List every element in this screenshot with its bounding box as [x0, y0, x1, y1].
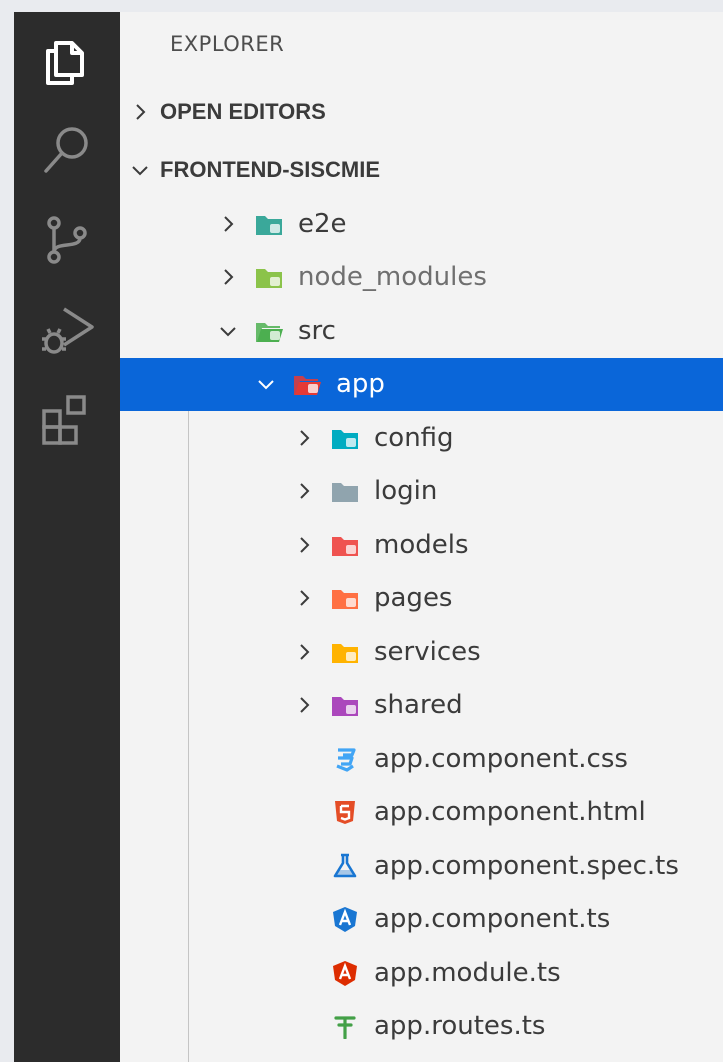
chevron-right-icon [216, 265, 240, 289]
angular-routing-icon [330, 1012, 360, 1040]
explorer-sidebar: EXPLORER OPEN EDITORS FRONTEND-SISCMIE e… [120, 12, 723, 1062]
run-debug-icon [42, 307, 94, 354]
activity-search[interactable] [14, 108, 120, 192]
folder-app-open-icon [292, 370, 322, 398]
explorer-title: EXPLORER [170, 32, 285, 56]
files-icon [46, 41, 84, 85]
tree-item-services[interactable]: services [120, 625, 723, 678]
html-file-icon [330, 798, 360, 826]
activity-source-control[interactable] [14, 198, 120, 282]
chevron-down-icon [216, 319, 240, 343]
tree-item-app[interactable]: app [120, 357, 723, 411]
tree-item-login[interactable]: login [120, 465, 723, 518]
tree-item-label: pages [374, 583, 453, 613]
tree-item-label: app.component.css [374, 743, 628, 774]
tree-item-label: app [336, 369, 385, 399]
folder-node-icon [254, 263, 284, 291]
folder-e2e-icon [254, 210, 284, 238]
folder-config-icon [330, 424, 360, 452]
tree-item-label: app.module.ts [374, 957, 561, 988]
chevron-down-icon [132, 166, 148, 176]
open-editors-label: OPEN EDITORS [160, 99, 326, 124]
tree-item-label: services [374, 636, 481, 667]
chevron-right-icon [292, 479, 316, 503]
tree-item-label: src [298, 315, 336, 346]
angular-module-icon [330, 959, 360, 987]
tree-item-label: login [374, 476, 438, 506]
folder-models-icon [330, 531, 360, 559]
activity-run-debug[interactable] [14, 288, 120, 372]
tree-item-label: config [374, 422, 454, 453]
tree-item-label: e2e [298, 208, 347, 239]
source-control-icon [47, 216, 87, 264]
tree-item-app-routes-ts[interactable]: app.routes.ts [120, 1000, 723, 1053]
chevron-right-icon [292, 533, 316, 557]
angular-component-icon [330, 905, 360, 933]
tree-item-node-modules[interactable]: node_modules [120, 251, 723, 304]
folder-src-open-icon [254, 317, 284, 345]
tree-item-label: app.routes.ts [374, 1011, 546, 1041]
folder-login-icon [330, 477, 360, 505]
open-editors-section[interactable]: OPEN EDITORS [120, 92, 723, 132]
tree-item-app-component-ts[interactable]: app.component.ts [120, 893, 723, 946]
chevron-right-icon [292, 426, 316, 450]
tree-item-models[interactable]: models [120, 518, 723, 571]
folder-shared-icon [330, 691, 360, 719]
folder-services-icon [330, 638, 360, 666]
tree-item-src[interactable]: src [120, 304, 723, 357]
tree-item-app-module-ts[interactable]: app.module.ts [120, 946, 723, 999]
chevron-right-icon [136, 104, 146, 120]
tree-item-label: models [374, 529, 469, 560]
tree-item-label: app.component.html [374, 797, 646, 827]
tree-item-label: app.component.ts [374, 904, 611, 934]
chevron-right-icon [292, 640, 316, 664]
chevron-right-icon [292, 586, 316, 610]
activity-explorer[interactable] [14, 18, 120, 102]
folder-pages-icon [330, 584, 360, 612]
css-file-icon [330, 745, 360, 773]
tree-item-app-component-html[interactable]: app.component.html [120, 786, 723, 839]
tree-item-e2e[interactable]: e2e [120, 197, 723, 250]
tree-item-label: app.component.spec.ts [374, 850, 679, 881]
activity-bar [14, 12, 120, 1062]
tree-item-config[interactable]: config [120, 411, 723, 464]
project-label: FRONTEND-SISCMIE [160, 157, 380, 182]
tree-item-label: node_modules [298, 262, 487, 292]
chevron-right-icon [216, 212, 240, 236]
tree-item-pages[interactable]: pages [120, 572, 723, 625]
test-file-icon [330, 852, 360, 880]
project-section[interactable]: FRONTEND-SISCMIE [120, 150, 723, 190]
extensions-icon [42, 395, 86, 445]
activity-extensions[interactable] [14, 378, 120, 462]
tree-item-app-component-css[interactable]: app.component.css [120, 732, 723, 785]
chevron-down-icon [254, 372, 278, 396]
tree-item-app-component-spec-ts[interactable]: app.component.spec.ts [120, 839, 723, 892]
tree-item-label: shared [374, 690, 463, 720]
chevron-right-icon [292, 693, 316, 717]
search-icon [44, 127, 88, 173]
vscode-window: EXPLORER OPEN EDITORS FRONTEND-SISCMIE e… [14, 12, 723, 1062]
tree-item-shared[interactable]: shared [120, 679, 723, 732]
